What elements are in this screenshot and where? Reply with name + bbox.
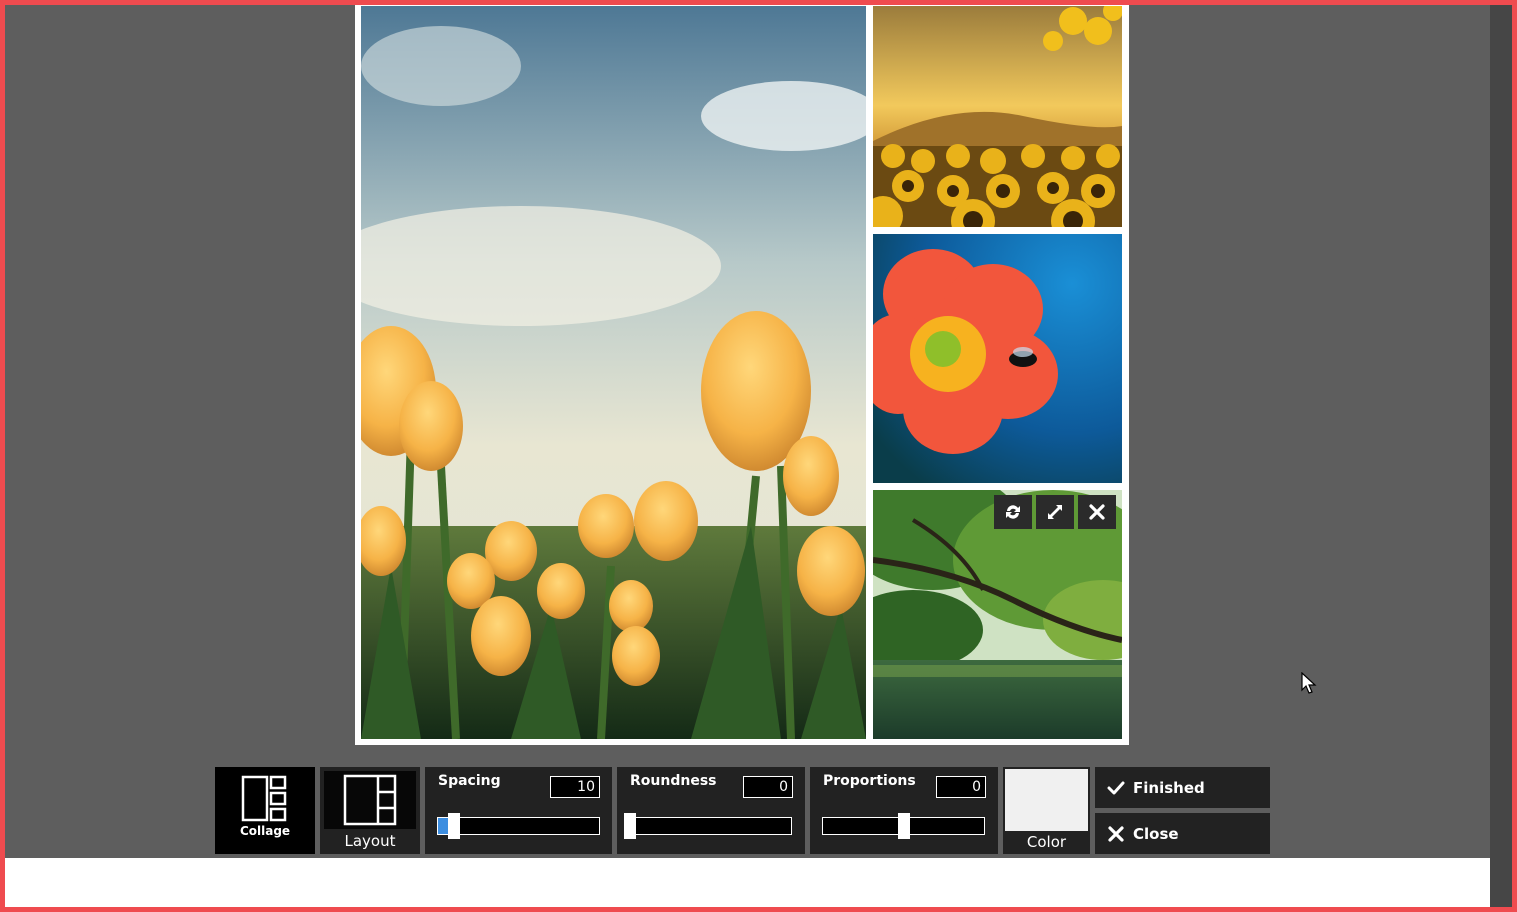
collage-tool-button[interactable]: Collage: [215, 767, 315, 854]
bottom-bar: [5, 858, 1490, 907]
editor-frame: Collage Layout Spacing 10 Roundness 0 Pr…: [5, 5, 1512, 907]
close-label: Close: [1133, 824, 1179, 843]
swap-icon: [1006, 505, 1020, 519]
close-icon: [1089, 504, 1105, 520]
collage-cell-poppy[interactable]: [873, 234, 1122, 483]
proportions-value-input[interactable]: 0: [936, 776, 986, 798]
collage-cell-tulips[interactable]: [361, 6, 866, 739]
color-swatch[interactable]: [1005, 769, 1088, 831]
roundness-label: Roundness: [630, 773, 717, 789]
collage-cell-sunflowers[interactable]: [873, 6, 1122, 227]
layout-label: Layout: [344, 832, 396, 850]
spacing-slider[interactable]: [437, 813, 600, 839]
tulip-field-photo: [361, 6, 866, 739]
roundness-slider-handle[interactable]: [624, 813, 636, 839]
roundness-control: Roundness 0: [617, 767, 805, 854]
spacing-label: Spacing: [438, 773, 501, 789]
resize-image-button[interactable]: [1036, 495, 1074, 529]
finished-label: Finished: [1133, 778, 1205, 797]
red-flower-with-bee-photo: [873, 234, 1122, 483]
resize-icon: [1048, 505, 1062, 519]
spacing-slider-handle[interactable]: [448, 813, 461, 839]
color-tool-button[interactable]: Color: [1003, 767, 1090, 854]
roundness-slider[interactable]: [624, 813, 792, 839]
layout-tool-button[interactable]: Layout: [320, 767, 420, 854]
proportions-control: Proportions 0: [810, 767, 998, 854]
layout-grid-icon: [343, 774, 397, 826]
scrollbar-track[interactable]: [1490, 5, 1512, 907]
sunflower-field-photo: [873, 6, 1122, 227]
collage-canvas: [355, 5, 1129, 745]
collage-icon-box: [239, 774, 291, 824]
layout-icon-box: [324, 771, 416, 829]
finished-button[interactable]: Finished: [1095, 767, 1270, 808]
collage-cell-river[interactable]: [873, 490, 1122, 739]
close-icon: [1108, 825, 1124, 842]
proportions-label: Proportions: [823, 773, 916, 789]
color-label: Color: [1026, 833, 1067, 851]
roundness-value-input[interactable]: 0: [743, 776, 793, 798]
checkmark-icon: [1107, 781, 1125, 794]
mouse-cursor-icon: [1301, 672, 1317, 694]
remove-image-button[interactable]: [1078, 495, 1116, 529]
cell-actions: [994, 495, 1116, 529]
collage-label: Collage: [239, 824, 291, 838]
spacing-control: Spacing 10: [425, 767, 612, 854]
close-button[interactable]: Close: [1095, 813, 1270, 854]
collage-icon: [241, 775, 287, 822]
proportions-slider[interactable]: [822, 813, 985, 839]
swap-image-button[interactable]: [994, 495, 1032, 529]
spacing-value-input[interactable]: 10: [550, 776, 600, 798]
proportions-slider-handle[interactable]: [897, 813, 910, 839]
